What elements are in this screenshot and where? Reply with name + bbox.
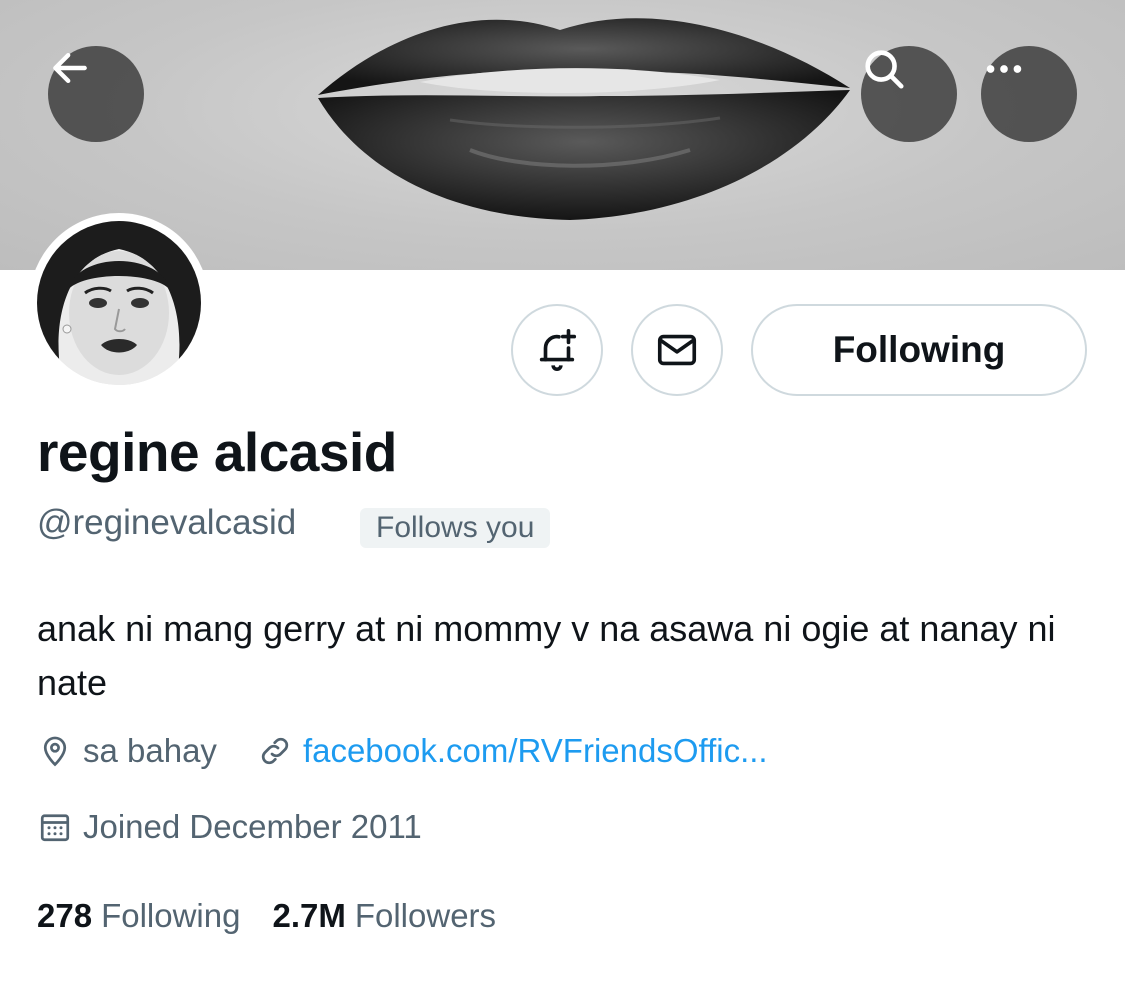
- profile-page: Following regine alcasid @reginevalcasid…: [0, 0, 1125, 986]
- location-pin-icon: [37, 733, 73, 769]
- followers-stat[interactable]: 2.7M Followers: [272, 897, 496, 935]
- user-handle: @reginevalcasid: [37, 503, 297, 542]
- search-icon: [865, 50, 904, 89]
- message-button[interactable]: [631, 304, 723, 396]
- location-text: sa bahay: [83, 732, 217, 769]
- more-horizontal-icon: [986, 65, 1022, 73]
- website-link[interactable]: facebook.com/RVFriendsOffic...: [303, 732, 768, 770]
- avatar-image: [37, 221, 201, 385]
- notifications-button[interactable]: [511, 304, 603, 396]
- location: sa bahay: [37, 732, 217, 770]
- arrow-left-icon: [53, 52, 87, 84]
- following-button[interactable]: Following: [751, 304, 1087, 396]
- back-button[interactable]: [48, 46, 144, 142]
- profile-meta-row: sa bahay facebook.com/RVFriendsOffic...: [37, 732, 768, 770]
- following-label: Following: [101, 897, 241, 934]
- profile-bio: anak ni mang gerry at ni mommy v na asaw…: [37, 608, 1056, 703]
- joined-row: Joined December 2011: [37, 808, 422, 846]
- followers-label: Followers: [354, 897, 497, 934]
- bell-plus-icon: [539, 329, 577, 371]
- website[interactable]: facebook.com/RVFriendsOffic...: [257, 732, 768, 770]
- follows-you-badge: Follows you: [360, 508, 551, 548]
- more-options-button[interactable]: [981, 46, 1077, 142]
- following-count: 278: [37, 897, 93, 934]
- calendar-icon: [37, 809, 73, 845]
- following-stat[interactable]: 278 Following: [37, 897, 240, 935]
- display-name: regine alcasid: [37, 421, 397, 483]
- avatar[interactable]: [29, 213, 209, 393]
- joined-text: Joined December 2011: [83, 808, 422, 845]
- link-icon: [257, 733, 293, 769]
- avatar-portrait: [37, 221, 201, 385]
- profile-stats: 278 Following 2.7M Followers: [37, 897, 496, 935]
- joined-date: Joined December 2011: [37, 808, 422, 846]
- followers-count: 2.7M: [272, 897, 346, 934]
- search-button[interactable]: [861, 46, 957, 142]
- envelope-icon: [657, 334, 697, 366]
